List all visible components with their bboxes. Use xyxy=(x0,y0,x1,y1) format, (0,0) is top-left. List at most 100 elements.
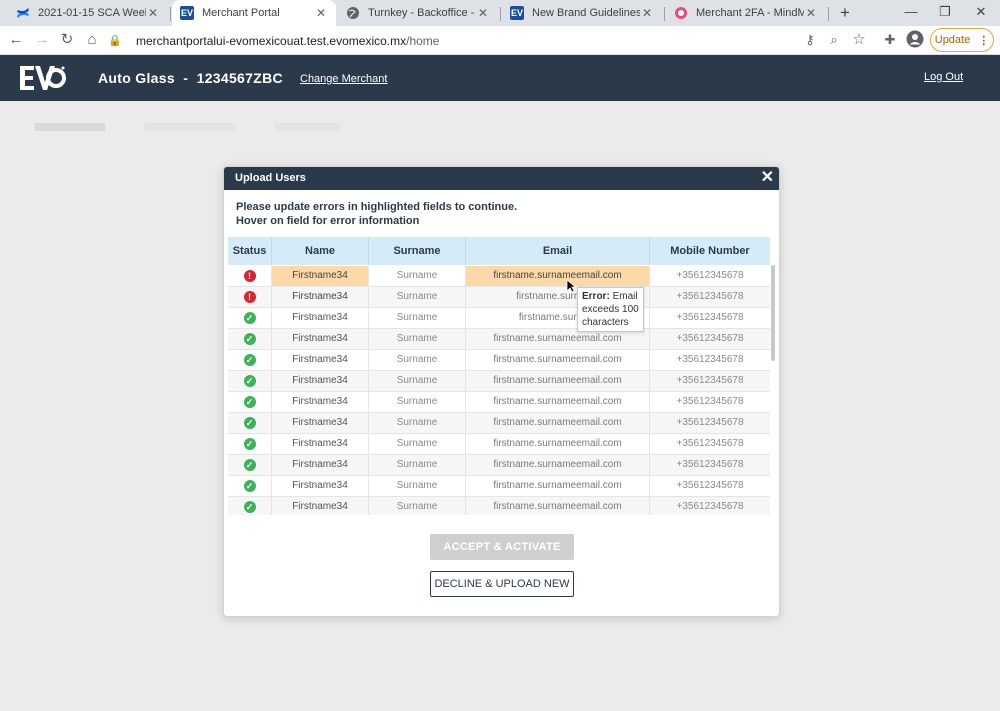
column-header-surname[interactable]: Surname xyxy=(369,237,465,265)
profile-avatar-icon[interactable] xyxy=(905,30,925,50)
table-row[interactable]: ✓ Firstname34 Surname firstname.surnameemai… xyxy=(228,392,770,413)
mobile-cell[interactable]: +35612345678 xyxy=(650,308,770,328)
key-icon[interactable]: ⚷ xyxy=(800,30,820,50)
lock-icon[interactable]: 🔒 xyxy=(108,34,124,47)
mobile-cell[interactable]: +35612345678 xyxy=(650,497,770,515)
address-bar[interactable]: 🔒 merchantportalui-evomexicouat.test.evo… xyxy=(108,29,880,52)
table-row[interactable]: ✓ Firstname34 Surname firstname.surnameemai… xyxy=(228,350,770,371)
name-cell[interactable]: Firstname34 xyxy=(272,413,368,433)
column-header-email[interactable]: Email xyxy=(466,237,649,265)
table-row[interactable]: ! Firstname34 Surname firstname.surname +356… xyxy=(228,287,770,308)
forward-icon[interactable]: → xyxy=(32,30,52,50)
browser-update-button[interactable]: Update ⋮ xyxy=(930,28,994,52)
back-icon[interactable]: ← xyxy=(6,30,26,50)
name-cell[interactable]: Firstname34 xyxy=(272,434,368,454)
surname-cell[interactable]: Surname xyxy=(369,266,465,286)
table-row[interactable]: ✓ Firstname34 Surname firstname.surnameemai… xyxy=(228,455,770,476)
name-cell[interactable]: Firstname34 xyxy=(272,287,368,307)
table-row[interactable]: ✓ Firstname34 Surname firstname.surnameemai… xyxy=(228,476,770,497)
browser-tab[interactable]: Turnkey - Backoffice - Ui ✕ xyxy=(338,0,498,26)
decline-upload-button[interactable]: DECLINE & UPLOAD NEW xyxy=(430,571,574,597)
column-header-mobile[interactable]: Mobile Number xyxy=(650,237,770,265)
mobile-cell[interactable]: +35612345678 xyxy=(650,455,770,475)
email-cell[interactable]: firstname.surnameemail.com xyxy=(466,266,649,286)
browser-tab[interactable]: Merchant 2FA - MindMeist ✕ xyxy=(666,0,826,26)
surname-cell[interactable]: Surname xyxy=(369,329,465,349)
name-cell[interactable]: Firstname34 xyxy=(272,350,368,370)
window-close-icon[interactable]: ✕ xyxy=(966,2,996,22)
mobile-cell[interactable]: +35612345678 xyxy=(650,350,770,370)
name-cell[interactable]: Firstname34 xyxy=(272,266,368,286)
name-cell[interactable]: Firstname34 xyxy=(272,329,368,349)
column-header-status[interactable]: Status xyxy=(228,237,271,265)
surname-cell[interactable]: Surname xyxy=(369,455,465,475)
email-cell[interactable]: firstname.surnameemail.com xyxy=(466,371,649,391)
accept-activate-button[interactable]: ACCEPT & ACTIVATE xyxy=(430,534,574,560)
logout-link[interactable]: Log Out xyxy=(924,71,963,83)
name-cell[interactable]: Firstname34 xyxy=(272,455,368,475)
mobile-cell[interactable]: +35612345678 xyxy=(650,434,770,454)
email-cell[interactable]: firstname.surnameemail.com xyxy=(466,350,649,370)
mobile-cell[interactable]: +35612345678 xyxy=(650,476,770,496)
bookmark-star-icon[interactable]: ☆ xyxy=(849,30,869,50)
browser-tab[interactable]: EV New Brand Guidelines ✕ xyxy=(502,0,662,26)
table-row[interactable]: ✓ Firstname34 Surname firstname.surnameemai… xyxy=(228,497,770,515)
column-header-name[interactable]: Name xyxy=(272,237,368,265)
browser-tab[interactable]: 2021-01-15 SCA Weekly Me ✕ xyxy=(8,0,168,26)
table-row[interactable]: ✓ Firstname34 Surname firstname.surnameemai… xyxy=(228,329,770,350)
table-row[interactable]: ✓ Firstname34 Surname firstname.surnameemai… xyxy=(228,413,770,434)
close-icon[interactable]: ✕ xyxy=(761,169,774,187)
name-cell[interactable]: Firstname34 xyxy=(272,497,368,515)
email-cell[interactable]: firstname.surnameemail.com xyxy=(466,434,649,454)
name-cell[interactable]: Firstname34 xyxy=(272,476,368,496)
close-icon[interactable]: ✕ xyxy=(476,6,490,20)
table-row[interactable]: ✓ Firstname34 Surname firstname.surnam +3561… xyxy=(228,308,770,329)
surname-cell[interactable]: Surname xyxy=(369,413,465,433)
minimize-icon[interactable]: — xyxy=(896,2,926,22)
name-cell[interactable]: Firstname34 xyxy=(272,392,368,412)
email-cell[interactable]: firstname.surnameemail.com xyxy=(466,329,649,349)
surname-cell[interactable]: Surname xyxy=(369,287,465,307)
mobile-cell[interactable]: +35612345678 xyxy=(650,413,770,433)
name-cell[interactable]: Firstname34 xyxy=(272,308,368,328)
mobile-cell[interactable]: +35612345678 xyxy=(650,287,770,307)
cell-divider xyxy=(465,308,466,328)
email-cell[interactable]: firstname.surnameemail.com xyxy=(466,455,649,475)
email-cell[interactable]: firstname.surnameemail.com xyxy=(466,497,649,515)
browser-tab-active[interactable]: EV Merchant Portal ✕ xyxy=(172,0,336,26)
surname-cell[interactable]: Surname xyxy=(369,371,465,391)
table-row[interactable]: ✓ Firstname34 Surname firstname.surnameemai… xyxy=(228,371,770,392)
cell-divider xyxy=(465,434,466,454)
email-cell[interactable]: firstname.surnameemail.com xyxy=(466,413,649,433)
surname-cell[interactable]: Surname xyxy=(369,476,465,496)
email-cell[interactable]: firstname.surnameemail.com xyxy=(466,392,649,412)
mobile-cell[interactable]: +35612345678 xyxy=(650,329,770,349)
change-merchant-link[interactable]: Change Merchant xyxy=(300,73,387,85)
name-cell[interactable]: Firstname34 xyxy=(272,371,368,391)
mobile-cell[interactable]: +35612345678 xyxy=(650,371,770,391)
home-icon[interactable]: ⌂ xyxy=(82,30,102,50)
reload-icon[interactable]: ↻ xyxy=(57,30,77,50)
restore-icon[interactable]: ❐ xyxy=(930,2,960,22)
email-cell[interactable]: firstname.surnameemail.com xyxy=(466,476,649,496)
close-icon[interactable]: ✕ xyxy=(314,6,328,20)
zoom-icon[interactable]: ⌕ xyxy=(824,30,844,50)
close-icon[interactable]: ✕ xyxy=(640,6,654,20)
new-tab-icon[interactable]: + xyxy=(835,3,855,23)
table-row[interactable]: ! Firstname34 Surname firstname.surnameemai… xyxy=(228,266,770,287)
tooltip-label: Error: xyxy=(582,291,610,302)
table-row[interactable]: ✓ Firstname34 Surname firstname.surnameemai… xyxy=(228,434,770,455)
surname-cell[interactable]: Surname xyxy=(369,434,465,454)
mobile-cell[interactable]: +35612345678 xyxy=(650,392,770,412)
extensions-icon[interactable]: ✚ xyxy=(880,30,900,50)
evo-logo[interactable] xyxy=(18,63,66,93)
surname-cell[interactable]: Surname xyxy=(369,308,465,328)
surname-cell[interactable]: Surname xyxy=(369,392,465,412)
mobile-cell[interactable]: +35612345678 xyxy=(650,266,770,286)
surname-cell[interactable]: Surname xyxy=(369,350,465,370)
close-icon[interactable]: ✕ xyxy=(804,6,818,20)
surname-cell[interactable]: Surname xyxy=(369,497,465,515)
close-icon[interactable]: ✕ xyxy=(146,6,160,20)
table-scrollbar[interactable] xyxy=(771,265,775,361)
table-body: ! Firstname34 Surname firstname.surnameemai… xyxy=(228,266,770,515)
